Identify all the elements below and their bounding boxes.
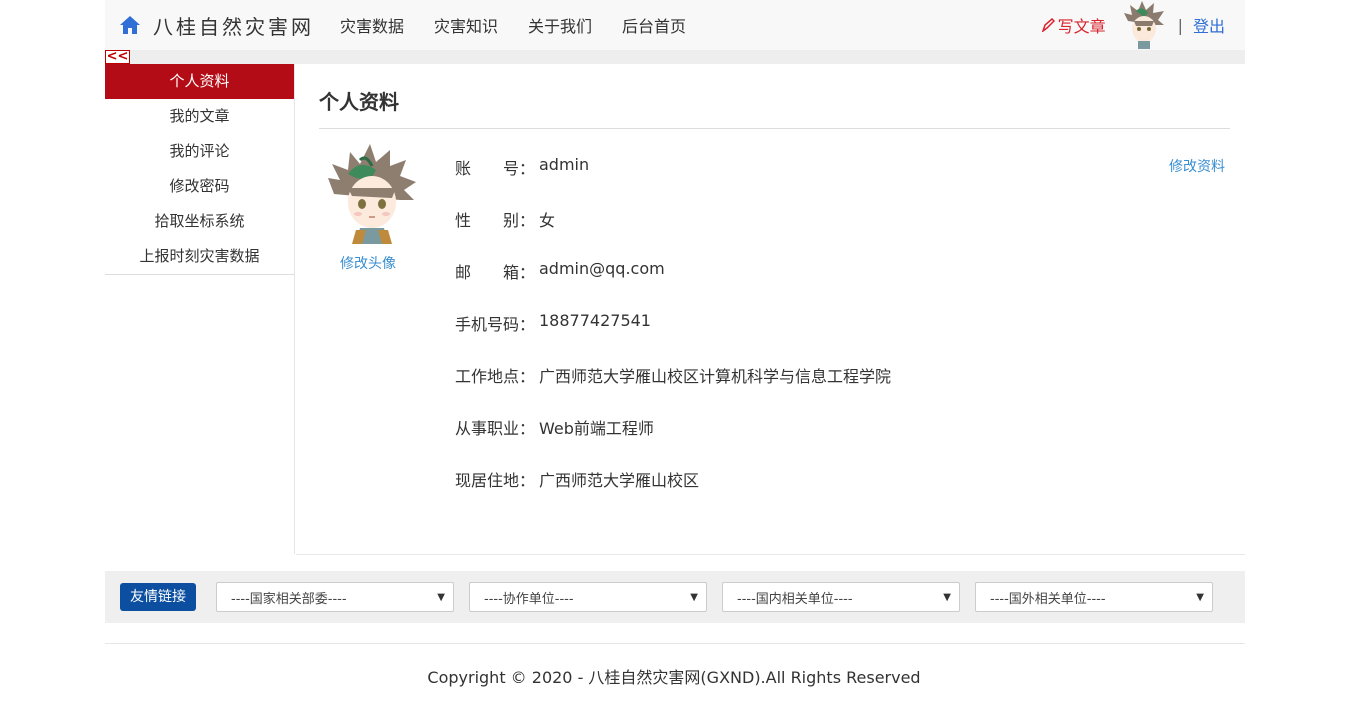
info-row-gender: 性 别： 女: [455, 207, 555, 231]
info-value: admin: [539, 155, 590, 174]
sidebar-item-my-articles[interactable]: 我的文章: [105, 99, 294, 134]
change-avatar-link[interactable]: 修改头像: [340, 253, 396, 273]
info-label: 手机号码：: [455, 315, 536, 334]
info-label: 现居住地：: [455, 471, 536, 490]
logout-link[interactable]: 登出: [1193, 13, 1225, 37]
info-row-residence: 现居住地： 广西师范大学雁山校区: [455, 467, 699, 491]
select-value: ----国家相关部委----: [231, 591, 347, 607]
profile-avatar: [328, 144, 416, 244]
home-icon[interactable]: [119, 14, 141, 36]
select-cooperating-units[interactable]: ----协作单位---- ▼: [469, 582, 707, 612]
friend-links-bar: 友情链接 ----国家相关部委---- ▼ ----协作单位---- ▼ ---…: [105, 571, 1245, 623]
sidebar-item-change-password[interactable]: 修改密码: [105, 169, 294, 204]
user-avatar[interactable]: [1122, 1, 1166, 49]
sidebar-divider: [105, 274, 294, 275]
info-value: 女: [539, 211, 556, 230]
caret-down-icon: ▼: [437, 591, 445, 603]
friend-links-button[interactable]: 友情链接: [120, 583, 196, 611]
info-row-workplace: 工作地点： 广西师范大学雁山校区计算机科学与信息工程学院: [455, 363, 891, 387]
info-row-email: 邮 箱： admin@qq.com: [455, 259, 665, 283]
info-value: 广西师范大学雁山校区计算机科学与信息工程学院: [539, 367, 892, 386]
sidebar-item-coordinate-picker[interactable]: 拾取坐标系统: [105, 204, 294, 239]
nav-disaster-knowledge[interactable]: 灾害知识: [434, 13, 498, 37]
info-label: 从事职业：: [455, 419, 536, 438]
write-article-button[interactable]: 写文章: [1041, 13, 1106, 37]
info-row-phone: 手机号码： 18877427541: [455, 311, 651, 335]
nav-disaster-data[interactable]: 灾害数据: [340, 13, 404, 37]
info-value: 18877427541: [539, 311, 651, 330]
site-brand[interactable]: 八桂自然灾害网: [153, 11, 314, 40]
info-row-occupation: 从事职业： Web前端工程师: [455, 415, 654, 439]
page-title: 个人资料: [319, 90, 399, 114]
user-area: 写文章 | 登出: [1041, 1, 1245, 49]
top-navbar: 八桂自然灾害网 灾害数据 灾害知识 关于我们 后台首页 写文章 | 登出: [105, 0, 1245, 50]
select-domestic-units[interactable]: ----国内相关单位---- ▼: [722, 582, 960, 612]
sidebar-item-profile[interactable]: 个人资料: [105, 64, 294, 99]
info-label: 账 号：: [455, 159, 536, 178]
pen-icon: [1041, 18, 1055, 32]
info-label: 工作地点：: [455, 367, 536, 386]
sub-header-band: <<: [105, 50, 1245, 64]
select-value: ----国内相关单位----: [737, 591, 853, 607]
copyright-footer: Copyright © 2020 - 八桂自然灾害网(GXND).All Rig…: [427, 668, 921, 687]
sidebar-item-report-disaster[interactable]: 上报时刻灾害数据: [105, 239, 294, 274]
write-article-label: 写文章: [1057, 17, 1106, 36]
collapse-sidebar-button[interactable]: <<: [105, 50, 130, 64]
footer-divider: [105, 643, 1245, 644]
select-national-departments[interactable]: ----国家相关部委---- ▼: [216, 582, 454, 612]
edit-profile-link[interactable]: 修改资料: [1169, 156, 1225, 176]
sidebar: 个人资料 我的文章 我的评论 修改密码 拾取坐标系统 上报时刻灾害数据: [105, 64, 295, 554]
caret-down-icon: ▼: [943, 591, 951, 603]
caret-down-icon: ▼: [1196, 591, 1204, 603]
info-value: 广西师范大学雁山校区: [539, 471, 700, 490]
info-value: admin@qq.com: [539, 259, 665, 278]
sidebar-item-my-comments[interactable]: 我的评论: [105, 134, 294, 169]
select-foreign-units[interactable]: ----国外相关单位---- ▼: [975, 582, 1213, 612]
info-label: 性 别：: [455, 211, 536, 230]
select-value: ----协作单位----: [484, 591, 574, 607]
select-value: ----国外相关单位----: [990, 591, 1106, 607]
main-nav: 灾害数据 灾害知识 关于我们 后台首页: [340, 13, 716, 37]
info-value: Web前端工程师: [539, 419, 654, 438]
profile-panel: 个人资料 修改头像 修改资料 账 号： admin 性 别： 女 邮 箱： ad…: [296, 64, 1245, 555]
title-divider: [319, 128, 1230, 129]
nav-about-us[interactable]: 关于我们: [528, 13, 592, 37]
nav-admin-home[interactable]: 后台首页: [622, 13, 686, 37]
info-label: 邮 箱：: [455, 263, 536, 282]
separator: |: [1177, 15, 1183, 35]
caret-down-icon: ▼: [690, 591, 698, 603]
info-row-account: 账 号： admin: [455, 155, 589, 179]
